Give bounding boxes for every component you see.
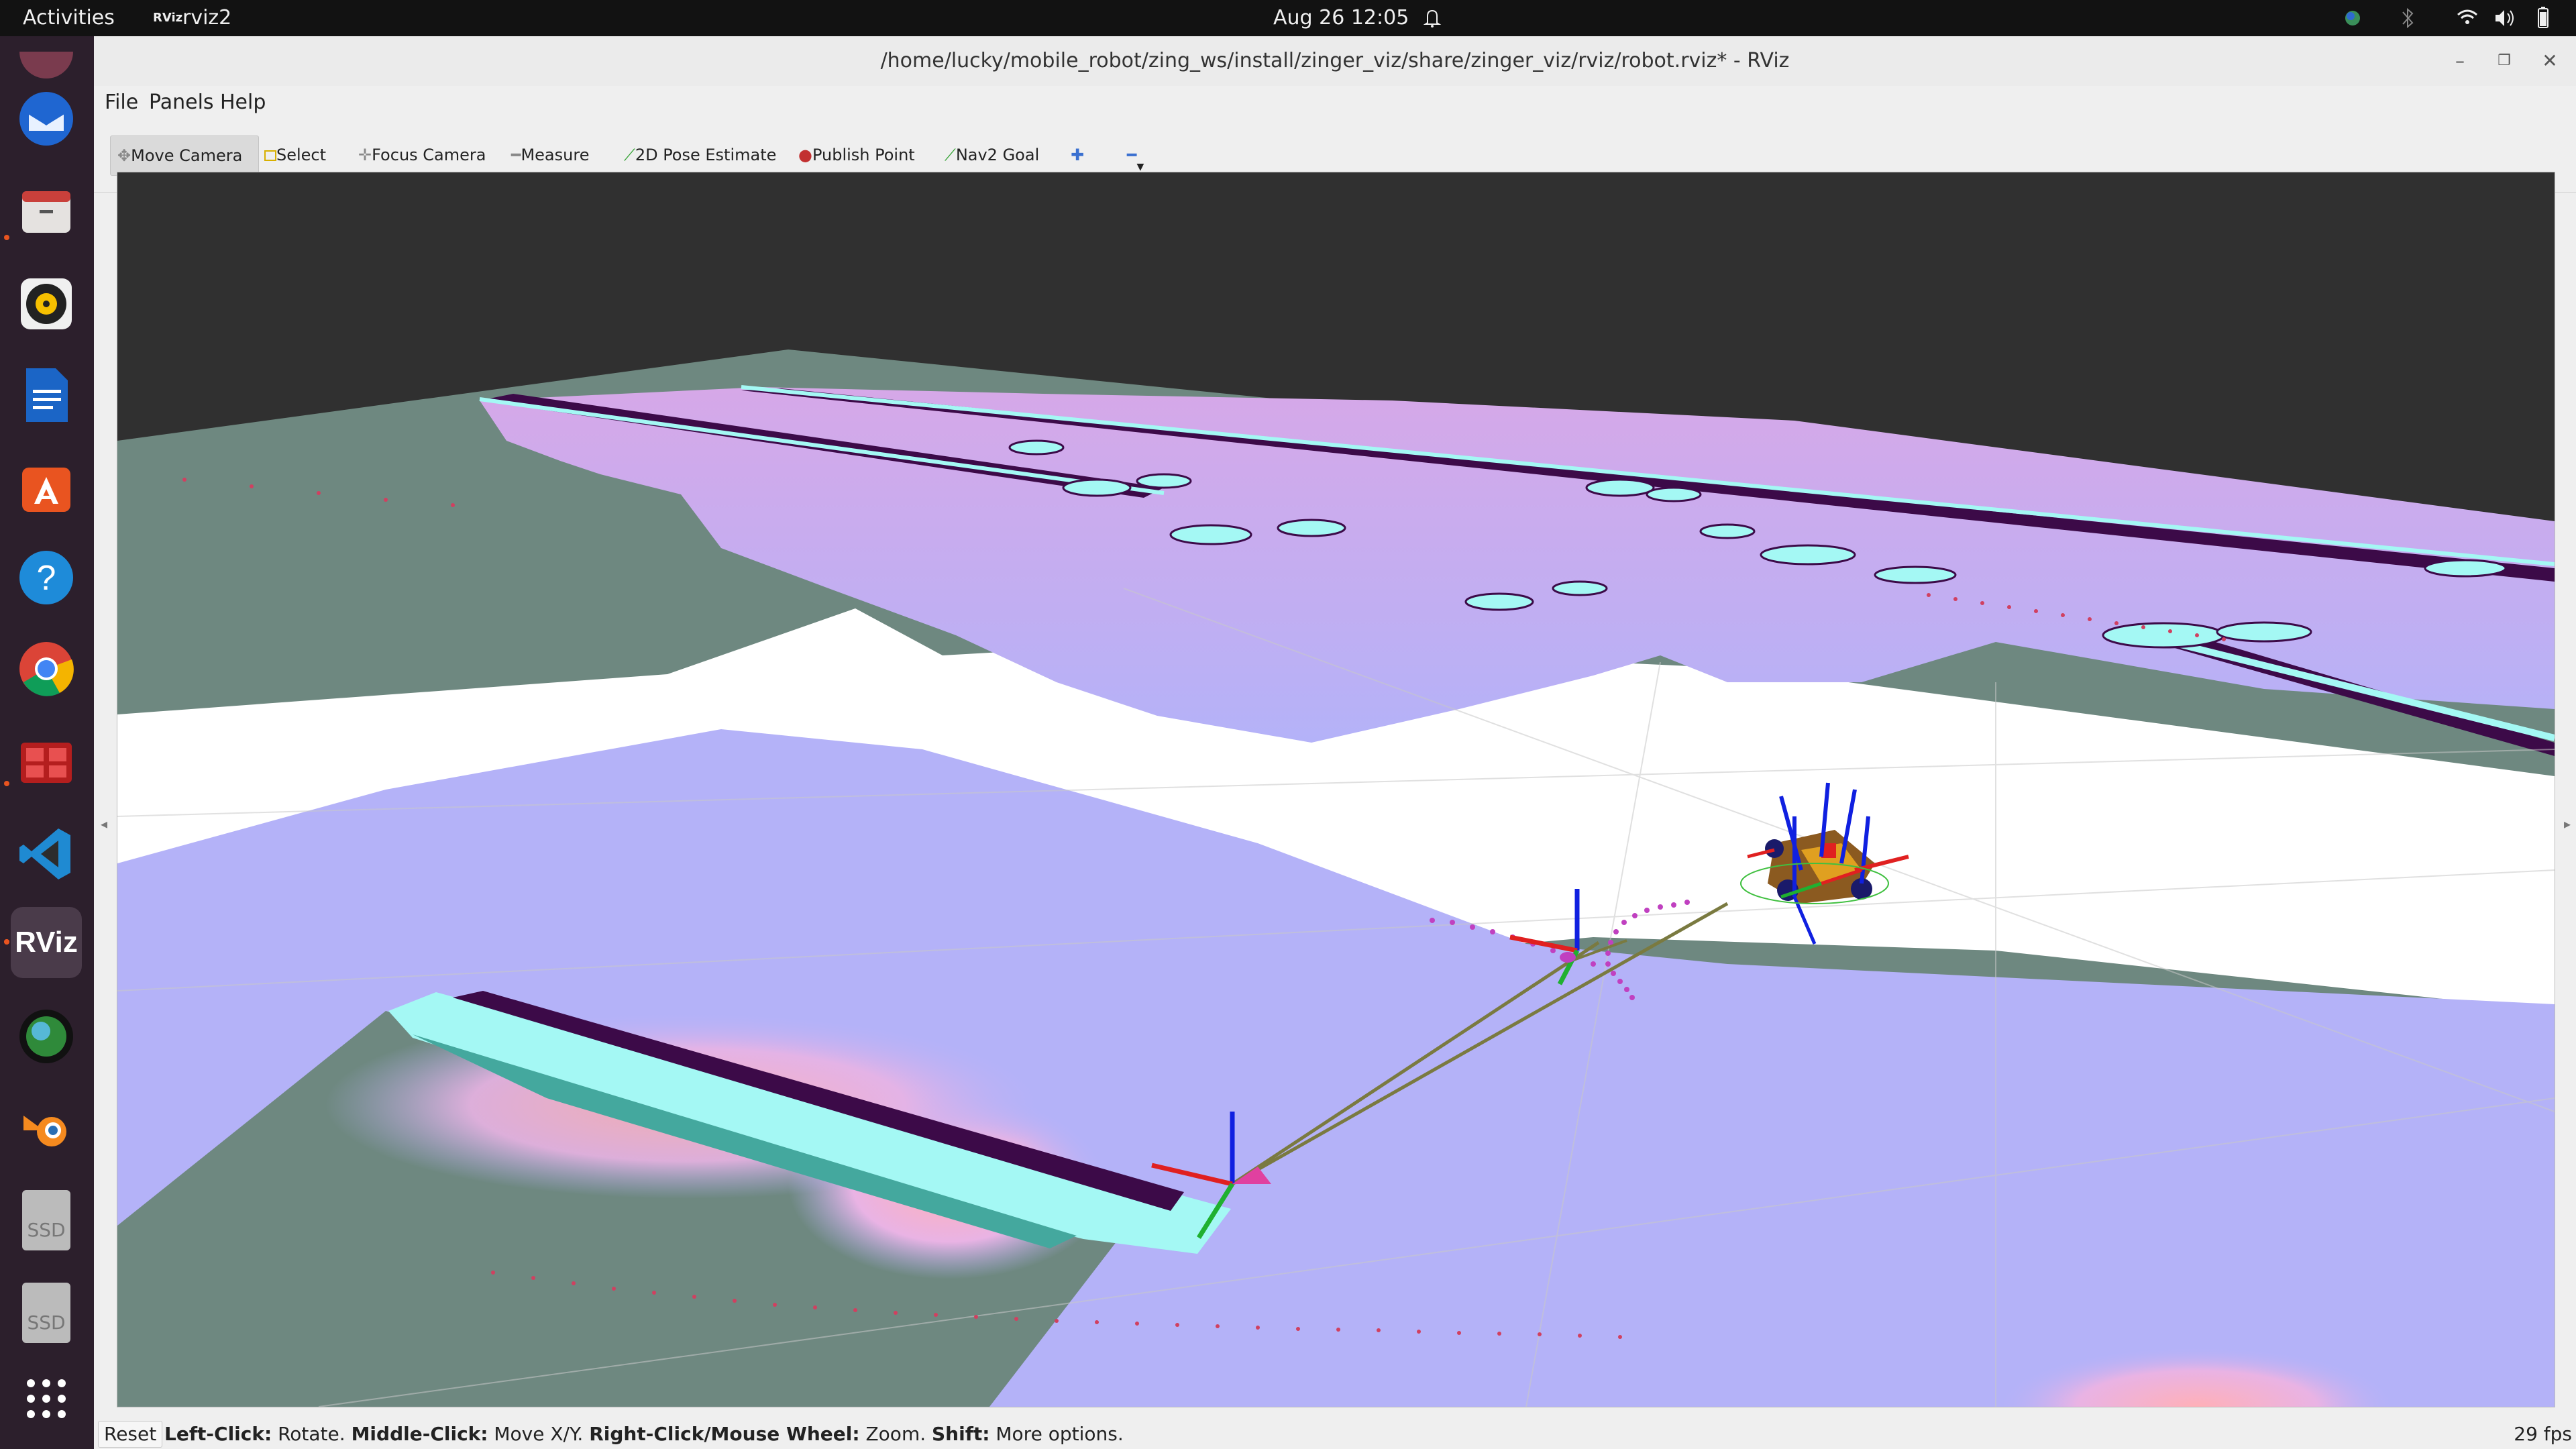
tool-label: Move Camera: [131, 146, 243, 165]
tool-label: Nav2 Goal: [955, 146, 1040, 164]
tool-label: Publish Point: [812, 146, 915, 164]
activities-button[interactable]: Activities: [23, 0, 115, 36]
hint-text: Zoom.: [859, 1423, 932, 1445]
battery-icon[interactable]: [2530, 0, 2553, 36]
render-viewport[interactable]: [117, 172, 2555, 1407]
measure-icon: ━: [511, 146, 521, 164]
menu-bar: File Panels Help: [94, 86, 2576, 119]
dock: ? RViz SSD SSD: [0, 36, 94, 1449]
app-menu[interactable]: rviz2: [182, 0, 231, 36]
tool-measure[interactable]: ━Measure: [504, 136, 596, 174]
tool-label: Select: [276, 146, 327, 164]
tool-label: Measure: [521, 146, 590, 164]
tool-2d-pose-estimate[interactable]: ⟋2D Pose Estimate: [617, 136, 783, 174]
move-camera-icon: ✥: [117, 146, 131, 165]
tool-label: Focus Camera: [372, 146, 486, 164]
ssd-drive-icon[interactable]: SSD: [11, 1277, 82, 1348]
clock[interactable]: Aug 26 12:05: [1273, 0, 1409, 36]
status-bar: Reset Left-Click: Rotate. Middle-Click: …: [94, 1419, 2576, 1449]
hint-key: Shift:: [932, 1423, 990, 1445]
publish-point-icon: ●: [798, 146, 812, 164]
notification-icon[interactable]: [1422, 0, 1442, 36]
select-icon: [264, 150, 276, 161]
writer-icon[interactable]: [11, 360, 82, 431]
window-title: /home/lucky/mobile_robot/zing_ws/install…: [880, 49, 1790, 72]
hint-key: Right-Click/Mouse Wheel:: [589, 1423, 860, 1445]
globe-icon[interactable]: [11, 1001, 82, 1072]
rviz-icon[interactable]: RViz: [11, 907, 82, 978]
wifi-icon[interactable]: [2455, 0, 2479, 36]
rviz-app-icon: RViz: [153, 11, 183, 25]
tool-nav2-goal[interactable]: ⟋Nav2 Goal: [938, 136, 1046, 174]
pose-estimate-icon: ⟋: [624, 146, 635, 164]
right-panel-toggle-icon[interactable]: ▸: [2560, 814, 2575, 833]
left-panel-toggle-icon[interactable]: ◂: [97, 814, 111, 833]
blender-icon[interactable]: [11, 1092, 82, 1163]
hint-key: Middle-Click:: [351, 1423, 488, 1445]
rhythmbox-icon[interactable]: [11, 268, 82, 339]
menu-panels[interactable]: Panels: [149, 86, 214, 119]
hint-text: More options.: [989, 1423, 1124, 1445]
show-apps-icon[interactable]: [11, 1363, 82, 1434]
hint-key: Left-Click:: [164, 1423, 272, 1445]
maximize-icon[interactable]: ❐: [2489, 46, 2520, 76]
tool-move-camera[interactable]: ✥Move Camera: [110, 136, 259, 176]
window-titlebar[interactable]: /home/lucky/mobile_robot/zing_ws/install…: [94, 36, 2576, 87]
vscode-icon[interactable]: [11, 818, 82, 890]
add-tool-button[interactable]: ✚: [1064, 136, 1091, 174]
color-indicator-icon[interactable]: [2343, 0, 2363, 36]
thunderbird-icon[interactable]: [11, 83, 82, 154]
menu-help[interactable]: Help: [220, 86, 266, 119]
tool-focus-camera[interactable]: ✛Focus Camera: [352, 136, 492, 174]
hint-text: Rotate.: [272, 1423, 352, 1445]
scene-render: [117, 172, 2555, 1407]
volume-icon[interactable]: [2493, 0, 2516, 36]
files-icon[interactable]: [11, 176, 82, 247]
focus-camera-icon: ✛: [358, 146, 372, 164]
rviz-window: /home/lucky/mobile_robot/zing_ws/install…: [94, 36, 2576, 1449]
red-app-icon[interactable]: [11, 727, 82, 798]
tool-label: 2D Pose Estimate: [635, 146, 777, 164]
ssd-drive-icon[interactable]: SSD: [11, 1185, 82, 1256]
system-top-bar: Activities RViz rviz2 Aug 26 12:05: [0, 0, 2576, 36]
bluetooth-icon[interactable]: [2399, 0, 2416, 36]
chrome-icon[interactable]: [11, 633, 82, 704]
dropdown-arrow-icon: ▼: [1136, 162, 1144, 172]
minus-icon: ━: [1127, 146, 1137, 164]
menu-file[interactable]: File: [105, 86, 138, 119]
tool-publish-point[interactable]: ●Publish Point: [792, 136, 922, 174]
help-icon[interactable]: ?: [11, 542, 82, 613]
close-icon[interactable]: ✕: [2534, 46, 2565, 76]
tool-select[interactable]: Select: [258, 136, 333, 174]
plus-icon: ✚: [1071, 146, 1085, 164]
running-indicator: [4, 781, 9, 786]
app-center-icon[interactable]: [11, 451, 82, 522]
svg-text:?: ?: [37, 559, 56, 598]
nav2-goal-icon: ⟋: [945, 146, 956, 164]
reset-button[interactable]: Reset: [98, 1421, 163, 1448]
fps-counter: 29 fps: [2514, 1423, 2572, 1445]
minimize-icon[interactable]: –: [2445, 46, 2475, 76]
running-indicator: [4, 235, 9, 240]
mouse-hint: Left-Click: Rotate. Middle-Click: Move X…: [164, 1419, 1124, 1449]
hint-text: Move X/Y.: [488, 1423, 590, 1445]
running-indicator: [4, 939, 9, 945]
remove-tool-button[interactable]: ━▼: [1120, 136, 1150, 174]
